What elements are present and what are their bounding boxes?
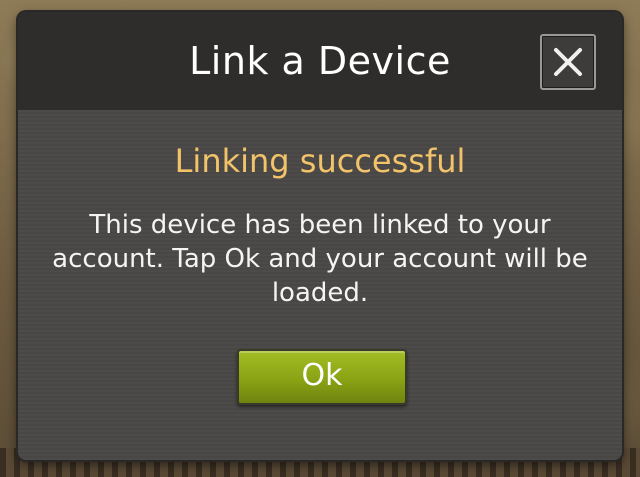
status-message: This device has been linked to your acco…	[52, 210, 588, 308]
close-button[interactable]	[540, 34, 596, 90]
dialog-title: Link a Device	[189, 39, 451, 83]
link-device-dialog: Link a Device Linking successful This de…	[18, 12, 622, 460]
status-heading: Linking successful	[174, 142, 466, 180]
ok-button[interactable]: Ok	[237, 349, 407, 405]
close-icon	[554, 48, 582, 76]
dialog-header: Link a Device	[18, 12, 622, 110]
